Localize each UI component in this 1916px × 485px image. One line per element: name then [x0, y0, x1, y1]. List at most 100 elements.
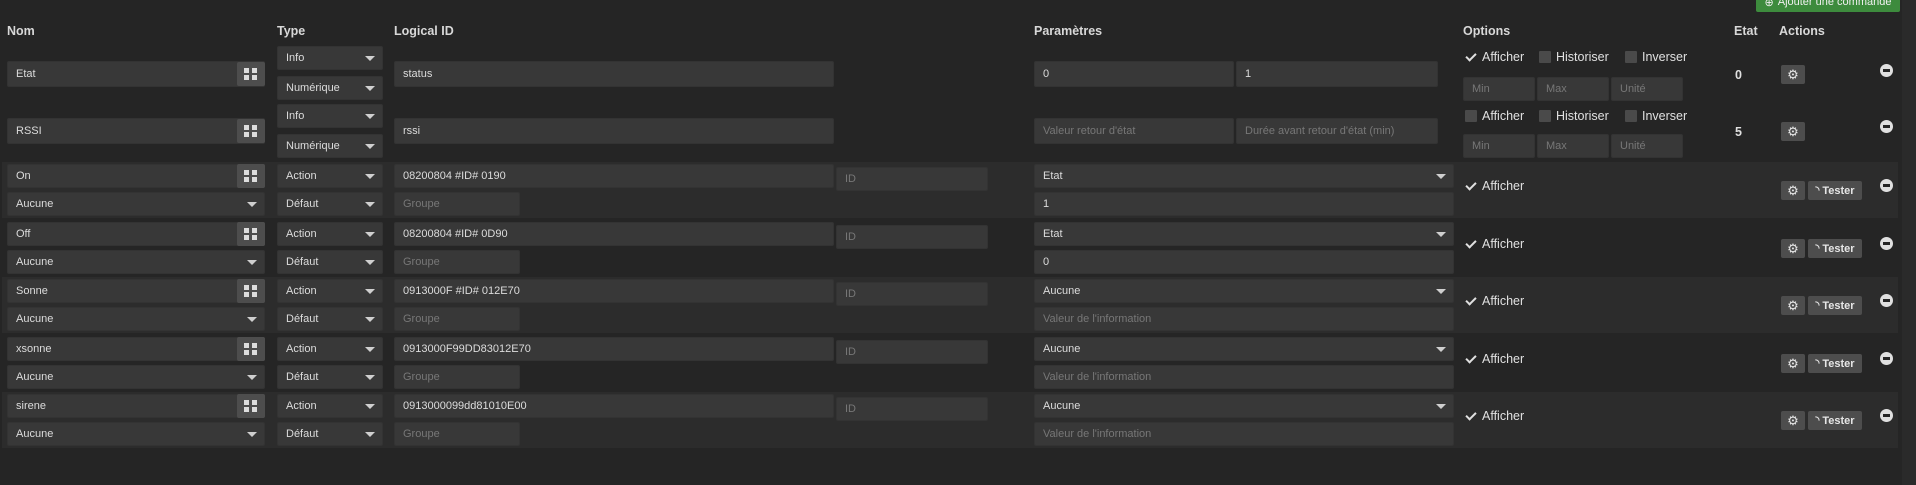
configure-command-button[interactable] [237, 62, 265, 86]
test-command-button[interactable]: ◝ Tester [1808, 354, 1862, 373]
link-value-select[interactable]: Aucune [7, 422, 265, 446]
subtype-select[interactable]: Défaut [277, 250, 383, 274]
test-command-button[interactable]: ◝ Tester [1808, 181, 1862, 200]
subtype-select[interactable]: Défaut [277, 422, 383, 446]
id-input[interactable]: ID [836, 397, 988, 421]
logical-id-input[interactable]: rssi [394, 118, 834, 144]
advanced-config-button[interactable]: ⚙ [1781, 411, 1805, 430]
group-input[interactable]: Groupe [394, 422, 520, 446]
command-name-input[interactable]: Sonne [7, 279, 265, 303]
configure-command-button[interactable] [237, 119, 265, 143]
afficher-checkbox[interactable]: Afficher [1465, 352, 1524, 366]
min-input[interactable]: Min [1463, 77, 1535, 101]
configure-command-button[interactable] [237, 279, 265, 303]
logical-id-input[interactable]: 08200804 #ID# 0190 [394, 164, 834, 188]
remove-command-icon[interactable] [1880, 409, 1893, 422]
test-command-button[interactable]: ◝ Tester [1808, 411, 1862, 430]
remove-command-icon[interactable] [1880, 179, 1893, 192]
linked-info-select[interactable]: Aucune [1034, 337, 1454, 361]
info-value-input[interactable]: 0 [1034, 250, 1454, 274]
command-name-input[interactable]: xsonne [7, 337, 265, 361]
vertical-scrollbar[interactable] [1902, 0, 1916, 485]
return-value-input[interactable]: Valeur retour d'état [1034, 118, 1234, 144]
remove-command-icon[interactable] [1880, 294, 1893, 307]
afficher-checkbox[interactable]: Afficher [1465, 50, 1524, 64]
linked-info-select[interactable]: Etat [1034, 222, 1454, 246]
link-value-select[interactable]: Aucune [7, 192, 265, 216]
command-name-input[interactable]: RSSI [7, 118, 265, 144]
info-value-input[interactable]: Valeur de l'information [1034, 365, 1454, 389]
command-name-input[interactable]: Etat [7, 61, 265, 87]
type-select[interactable]: Action [277, 164, 383, 188]
max-input[interactable]: Max [1537, 77, 1609, 101]
command-name-input[interactable]: On [7, 164, 265, 188]
afficher-checkbox[interactable]: Afficher [1465, 109, 1524, 123]
remove-command-icon[interactable] [1880, 120, 1893, 133]
configure-command-button[interactable] [237, 222, 265, 246]
info-value-input[interactable]: 1 [1034, 192, 1454, 216]
logical-id-input[interactable]: status [394, 61, 834, 87]
advanced-config-button[interactable]: ⚙ [1781, 181, 1805, 200]
add-command-button[interactable]: ⊕ Ajouter une commande [1756, 0, 1900, 12]
linked-info-select[interactable]: Aucune [1034, 394, 1454, 418]
id-input[interactable]: ID [836, 340, 988, 364]
advanced-config-button[interactable]: ⚙ [1781, 122, 1805, 141]
historiser-checkbox[interactable]: Historiser [1539, 50, 1609, 64]
logical-id-input[interactable]: 0913000099dd81010E00 [394, 394, 834, 418]
return-delay-input[interactable]: Durée avant retour d'état (min) [1236, 118, 1438, 144]
group-input[interactable]: Groupe [394, 307, 520, 331]
id-input[interactable]: ID [836, 225, 988, 249]
command-name-input[interactable]: Off [7, 222, 265, 246]
advanced-config-button[interactable]: ⚙ [1781, 296, 1805, 315]
command-name-input[interactable]: sirene [7, 394, 265, 418]
type-select[interactable]: Action [277, 394, 383, 418]
test-command-button[interactable]: ◝ Tester [1808, 296, 1862, 315]
type-select[interactable]: Info [277, 46, 383, 70]
logical-id-input[interactable]: 08200804 #ID# 0D90 [394, 222, 834, 246]
advanced-config-button[interactable]: ⚙ [1781, 65, 1805, 84]
return-delay-input[interactable]: 1 [1236, 61, 1438, 87]
logical-id-input[interactable]: 0913000F99DD83012E70 [394, 337, 834, 361]
afficher-checkbox[interactable]: Afficher [1465, 237, 1524, 251]
group-input[interactable]: Groupe [394, 250, 520, 274]
afficher-checkbox[interactable]: Afficher [1465, 294, 1524, 308]
type-select[interactable]: Action [277, 222, 383, 246]
inverser-checkbox[interactable]: Inverser [1625, 109, 1687, 123]
id-input[interactable]: ID [836, 282, 988, 306]
advanced-config-button[interactable]: ⚙ [1781, 239, 1805, 258]
subtype-select[interactable]: Numérique [277, 134, 383, 158]
group-input[interactable]: Groupe [394, 192, 520, 216]
link-value-select[interactable]: Aucune [7, 250, 265, 274]
unit-input[interactable]: Unité [1611, 77, 1683, 101]
remove-command-icon[interactable] [1880, 64, 1893, 77]
link-value-select[interactable]: Aucune [7, 307, 265, 331]
return-value-input[interactable]: 0 [1034, 61, 1234, 87]
max-input[interactable]: Max [1537, 134, 1609, 158]
historiser-checkbox[interactable]: Historiser [1539, 109, 1609, 123]
linked-info-select[interactable]: Etat [1034, 164, 1454, 188]
type-select[interactable]: Action [277, 279, 383, 303]
configure-command-button[interactable] [237, 337, 265, 361]
logical-id-input[interactable]: 0913000F #ID# 012E70 [394, 279, 834, 303]
test-command-button[interactable]: ◝ Tester [1808, 239, 1862, 258]
subtype-select[interactable]: Défaut [277, 192, 383, 216]
group-input[interactable]: Groupe [394, 365, 520, 389]
id-input[interactable]: ID [836, 167, 988, 191]
type-select[interactable]: Info [277, 104, 383, 128]
subtype-select[interactable]: Défaut [277, 365, 383, 389]
subtype-select[interactable]: Numérique [277, 76, 383, 100]
afficher-checkbox[interactable]: Afficher [1465, 179, 1524, 193]
info-value-input[interactable]: Valeur de l'information [1034, 422, 1454, 446]
unit-input[interactable]: Unité [1611, 134, 1683, 158]
linked-info-select[interactable]: Aucune [1034, 279, 1454, 303]
subtype-select[interactable]: Défaut [277, 307, 383, 331]
info-value-input[interactable]: Valeur de l'information [1034, 307, 1454, 331]
remove-command-icon[interactable] [1880, 352, 1893, 365]
configure-command-button[interactable] [237, 164, 265, 188]
afficher-checkbox[interactable]: Afficher [1465, 409, 1524, 423]
configure-command-button[interactable] [237, 394, 265, 418]
inverser-checkbox[interactable]: Inverser [1625, 50, 1687, 64]
remove-command-icon[interactable] [1880, 237, 1893, 250]
advanced-config-button[interactable]: ⚙ [1781, 354, 1805, 373]
link-value-select[interactable]: Aucune [7, 365, 265, 389]
